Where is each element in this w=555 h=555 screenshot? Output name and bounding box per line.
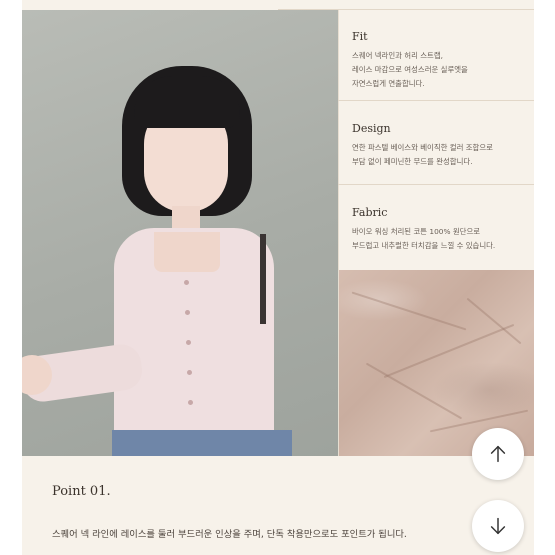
design-description: 연한 파스텔 베이스와 베이직한 컬러 조합으로 부담 없이 페미닌한 무드를 … — [352, 143, 493, 166]
section-divider — [338, 100, 534, 101]
fabric-section: Fabric 바이오 워싱 처리된 코튼 100% 원단으로 부드럽고 내추럴한… — [352, 206, 532, 253]
fit-description: 스퀘어 넥라인과 허리 스트랩, 레이스 마감으로 여성스러운 실루엣을 자연스… — [352, 51, 468, 88]
design-section: Design 연한 파스텔 베이스와 베이직한 컬러 조합으로 부담 없이 페미… — [352, 122, 532, 169]
point-title: Point 01. — [52, 484, 111, 499]
fabric-title: Fabric — [352, 206, 388, 219]
product-detail-panel: Fit 스퀘어 넥라인과 허리 스트랩, 레이스 마감으로 여성스러운 실루엣을… — [22, 0, 534, 555]
section-divider — [338, 184, 534, 185]
fit-section: Fit 스퀘어 넥라인과 허리 스트랩, 레이스 마감으로 여성스러운 실루엣을… — [352, 30, 532, 91]
fit-title: Fit — [352, 30, 368, 43]
design-title: Design — [352, 122, 391, 135]
arrow-up-icon — [490, 445, 506, 463]
arrow-down-icon — [490, 517, 506, 535]
scroll-up-button[interactable] — [472, 428, 524, 480]
top-divider — [278, 9, 534, 10]
point-description: 스퀘어 넥 라인에 레이스를 둘러 부드러운 인상을 주며, 단독 착용만으로도… — [52, 529, 407, 540]
fabric-description: 바이오 워싱 처리된 코튼 100% 원단으로 부드럽고 내추럴한 터치감을 느… — [352, 227, 496, 250]
model-photo — [22, 10, 338, 456]
scroll-down-button[interactable] — [472, 500, 524, 552]
